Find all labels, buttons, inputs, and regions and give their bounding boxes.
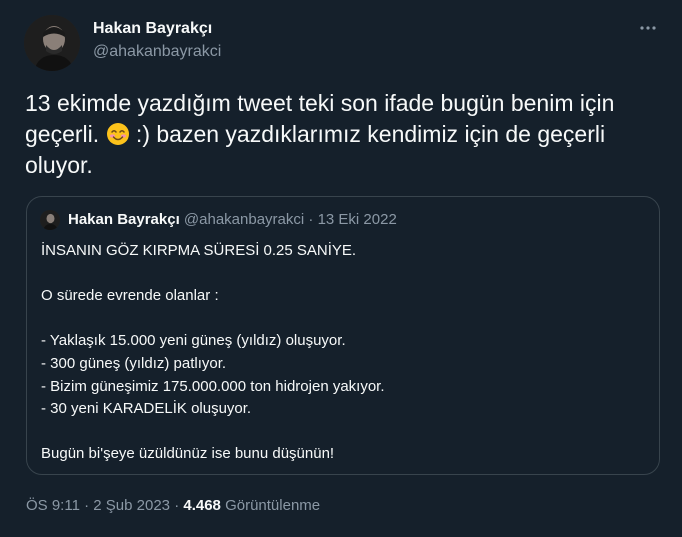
avatar[interactable] [24,15,80,71]
quoted-tweet[interactable]: Hakan Bayrakçı @ahakanbayrakci · 13 Eki … [26,196,660,475]
quoted-line: - Yaklaşık 15.000 yeni güneş (yıldız) ol… [41,332,346,350]
tweet-date[interactable]: 2 Şub 2023 [93,497,170,514]
views-label: Görüntülenme [225,497,321,514]
quoted-separator: · [308,211,314,228]
more-horizontal-icon[interactable] [636,16,660,40]
quoted-line [41,308,641,331]
quoted-date: 13 Eki 2022 [317,211,397,228]
quoted-author-name: Hakan Bayrakçı [68,211,180,228]
tweet-footer: ÖS 9:11 · 2 Şub 2023 · 4.468 Görüntülenm… [26,497,320,514]
quoted-line [41,263,641,286]
tweet-text: 13 ekimde yazdığım tweet teki son ifade … [25,88,665,181]
quoted-line [41,421,641,444]
quoted-line: - Bizim güneşimiz 175.000.000 ton hidroj… [41,377,385,395]
quoted-line: O sürede evrende olanlar : [41,287,219,305]
footer-separator: · [174,497,180,514]
tweet: Hakan Bayrakçı @ahakanbayrakci 13 ekimde… [0,0,682,537]
avatar-photo [24,15,80,71]
quoted-line: - 30 yeni KARADELİK oluşuyor. [41,400,252,418]
quoted-line: - 300 güneş (yıldız) patlıyor. [41,354,227,372]
views-count: 4.468 [183,497,221,514]
quoted-line: İNSANIN GÖZ KIRPMA SÜRESİ 0.25 SANİYE. [41,242,357,259]
quoted-header: Hakan Bayrakçı @ahakanbayrakci · 13 Eki … [68,211,397,228]
quoted-avatar [40,210,60,230]
tweet-time[interactable]: ÖS 9:11 [26,497,80,514]
author-handle[interactable]: @ahakanbayrakci [93,43,221,61]
quoted-line: Bugün bi'şeye üzüldünüz ise bunu düşünün… [41,445,335,463]
quoted-text: İNSANIN GÖZ KIRPMA SÜRESİ 0.25 SANİYE. O… [41,240,641,466]
author-name[interactable]: Hakan Bayrakçı [93,20,212,38]
footer-separator: · [84,497,90,514]
quoted-author-handle: @ahakanbayrakci [183,211,305,228]
smiling-face-with-smiling-eyes-emoji [106,122,130,146]
